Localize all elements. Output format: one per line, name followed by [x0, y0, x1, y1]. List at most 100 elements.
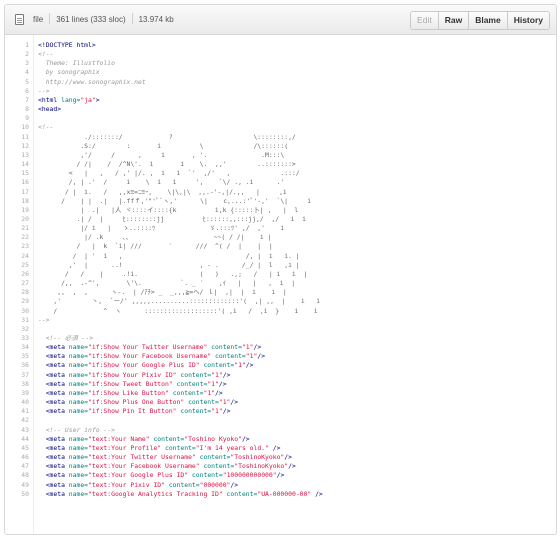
- code-token: name=: [68, 480, 89, 489]
- code-token: <meta: [38, 407, 69, 416]
- line-number[interactable]: 5: [5, 78, 29, 87]
- code-line: 33 <!-- 必須 -->: [5, 334, 556, 343]
- code-token: <meta: [38, 388, 69, 397]
- line-number[interactable]: 26: [5, 270, 29, 279]
- line-number[interactable]: 9: [5, 114, 29, 123]
- line-number[interactable]: 35: [5, 352, 29, 361]
- line-number[interactable]: 16: [5, 178, 29, 187]
- code-token: "1": [211, 407, 223, 416]
- line-number[interactable]: 1: [5, 41, 29, 50]
- code-line: 36 <meta name="if:Show Your Google Plus …: [5, 361, 556, 370]
- line-number[interactable]: 45: [5, 444, 29, 453]
- line-content: <!-- User info -->: [38, 426, 115, 435]
- code-token: <meta: [38, 443, 69, 452]
- code-token: />: [288, 462, 296, 471]
- line-content: / ^ ヽ :::::::::::::::::::'( ,i / ,i } i …: [38, 307, 317, 316]
- line-number[interactable]: 28: [5, 288, 29, 297]
- line-number[interactable]: 43: [5, 426, 29, 435]
- code-token: name=: [68, 462, 89, 471]
- line-number[interactable]: 48: [5, 471, 29, 480]
- line-number[interactable]: 34: [5, 343, 29, 352]
- line-number[interactable]: 3: [5, 59, 29, 68]
- code-line: 48 <meta name="text:Your Google Plus ID"…: [5, 471, 556, 480]
- line-number[interactable]: 6: [5, 87, 29, 96]
- line-number[interactable]: 23: [5, 242, 29, 251]
- line-number[interactable]: 40: [5, 398, 29, 407]
- code-token: content=: [176, 370, 212, 379]
- line-number[interactable]: 41: [5, 407, 29, 416]
- line-number[interactable]: 46: [5, 453, 29, 462]
- code-token: <!DOCTYPE html>: [38, 41, 96, 49]
- line-content: | .| |人 ヾ::::イ::::{k i,k {:::::卜| , | l: [38, 206, 298, 215]
- code-token: >: [95, 95, 100, 104]
- line-number[interactable]: 17: [5, 188, 29, 197]
- code-token: "if:Show Tweet Button": [88, 379, 173, 388]
- line-number[interactable]: 37: [5, 371, 29, 380]
- code-line: 23 / | k `i| /// ′ /// ^( / | | |: [5, 242, 556, 251]
- line-number[interactable]: 32: [5, 325, 29, 334]
- code-token: .S:/ : i \ /\::::::(: [38, 141, 289, 150]
- line-number[interactable]: 4: [5, 68, 29, 77]
- blame-button[interactable]: Blame: [468, 12, 507, 29]
- line-number[interactable]: 31: [5, 316, 29, 325]
- line-number[interactable]: 33: [5, 334, 29, 343]
- line-number[interactable]: 7: [5, 96, 29, 105]
- code-token: "if:Show Plus One Button": [88, 398, 185, 407]
- line-number[interactable]: 10: [5, 123, 29, 132]
- line-number[interactable]: 21: [5, 224, 29, 233]
- line-number[interactable]: 15: [5, 169, 29, 178]
- file-meta: file 361 lines (333 sloc) 13.974 kb: [33, 5, 174, 34]
- line-number[interactable]: 8: [5, 105, 29, 114]
- line-number[interactable]: 36: [5, 361, 29, 370]
- line-content: ./:::::::/ ? \::::::::,/: [38, 133, 296, 142]
- line-number[interactable]: 39: [5, 389, 29, 398]
- code-token: ,' 丶, `ー/' ,,,,,..........:::::::::::::'…: [38, 297, 321, 306]
- history-button[interactable]: History: [506, 12, 549, 29]
- code-line: 43 <!-- User info -->: [5, 426, 556, 435]
- code-token: <meta: [38, 352, 69, 361]
- line-number[interactable]: 12: [5, 142, 29, 151]
- line-number[interactable]: 30: [5, 307, 29, 316]
- line-number[interactable]: 18: [5, 197, 29, 206]
- code-line: 21 |/ i | ゝ..::::ﾂ ゞ.:::ﾂ' ,/ ,' i: [5, 224, 556, 233]
- line-number[interactable]: 25: [5, 261, 29, 270]
- line-number[interactable]: 44: [5, 435, 29, 444]
- line-number[interactable]: 49: [5, 481, 29, 490]
- line-number[interactable]: 47: [5, 462, 29, 471]
- line-number[interactable]: 24: [5, 252, 29, 261]
- line-number[interactable]: 19: [5, 206, 29, 215]
- edit-button[interactable]: Edit: [411, 12, 438, 29]
- file-label: file: [33, 15, 44, 24]
- code-token: content=: [184, 398, 219, 407]
- line-number[interactable]: 14: [5, 160, 29, 169]
- code-line: 15 < | , / ,' |/. , i i `' ,/' , .:::/: [5, 169, 556, 178]
- code-line: 20 .| / | ﾋ::::::::jj ﾋ::::::,,:::jj,/ ,…: [5, 215, 556, 224]
- line-number[interactable]: 27: [5, 279, 29, 288]
- line-number[interactable]: 22: [5, 233, 29, 242]
- raw-button[interactable]: Raw: [437, 12, 469, 29]
- code-token: content=: [176, 407, 212, 416]
- line-content: / /| / /^N\'. i i \. ,,' ..:::::::>: [38, 160, 295, 169]
- line-number[interactable]: 13: [5, 151, 29, 160]
- code-token: ./:::::::/ ? \::::::::,/: [38, 132, 296, 141]
- code-token: content=: [195, 453, 231, 462]
- code-token: / / | .!i. ( ) .,; / | i i |: [38, 269, 308, 278]
- line-content: |/ .k ､､ ~~( / /| i |: [38, 233, 271, 242]
- code-token: "if:Show Your Google Plus ID": [88, 361, 200, 370]
- code-token: |/ .k ､､ ~~( / /| i |: [38, 233, 272, 242]
- line-number[interactable]: 20: [5, 215, 29, 224]
- line-number[interactable]: 2: [5, 50, 29, 59]
- line-content: <meta name="text:Your Google Plus ID" co…: [38, 471, 285, 480]
- code-token: <meta: [38, 434, 69, 443]
- line-number[interactable]: 42: [5, 416, 29, 425]
- line-content: / | | .| |.ffｆ,'"'ﾟ`ヽ,' \| c,...:'ﾟ'-,' …: [38, 197, 311, 206]
- line-number[interactable]: 50: [5, 490, 29, 499]
- code-token: "if:Show Pin It Button": [88, 407, 177, 416]
- line-number[interactable]: 29: [5, 297, 29, 306]
- code-token: name=: [68, 471, 89, 480]
- line-number[interactable]: 38: [5, 380, 29, 389]
- line-number[interactable]: 11: [5, 133, 29, 142]
- code-token: ,' | ..! , - . /_/ | l ,i |: [38, 260, 300, 269]
- code-token: /, | .' / i \ i i ', `\/ ., .i .': [38, 178, 285, 187]
- file-size: 13.974 kb: [138, 15, 174, 24]
